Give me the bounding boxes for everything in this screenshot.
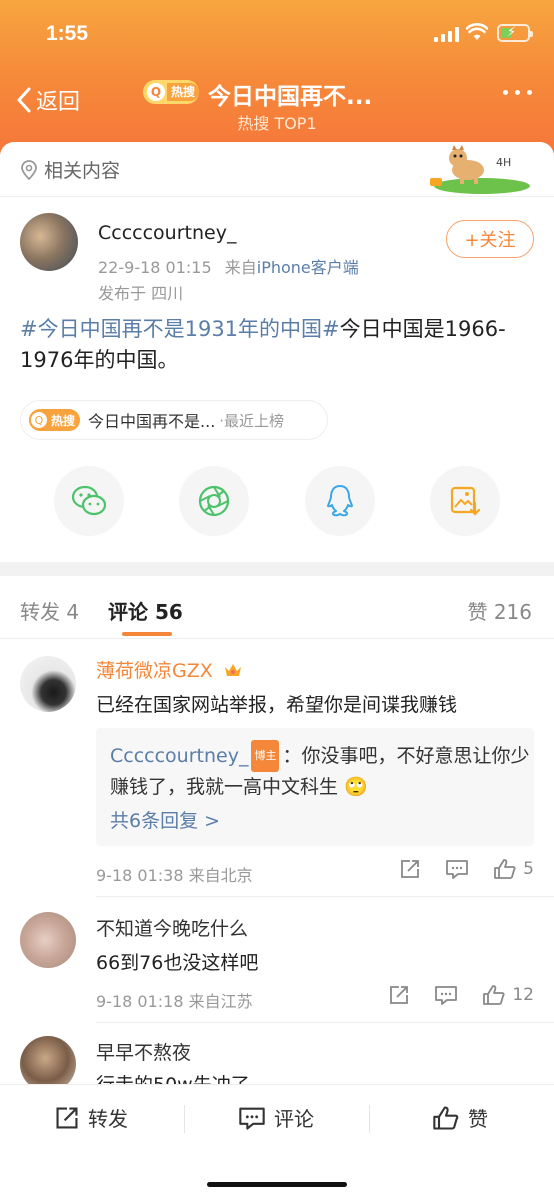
comment-actions: 5 (399, 858, 534, 880)
repost-label: 转发 (88, 1107, 128, 1131)
save-image-icon (450, 486, 481, 516)
author-avatar[interactable] (20, 213, 78, 271)
battery-icon: ⚡ (497, 24, 533, 42)
share-row (0, 466, 554, 536)
like-count: 5 (523, 859, 534, 879)
tab-reposts[interactable]: 转发 4 (20, 596, 79, 625)
repost-button[interactable]: 转发 (54, 1103, 128, 1132)
comment-icon[interactable] (445, 858, 469, 880)
author-name[interactable]: Cccccourtney_ (98, 222, 236, 244)
related-content-label: 相关内容 (44, 160, 121, 182)
qq-icon (327, 485, 353, 517)
follow-button[interactable]: +关注 (446, 220, 534, 258)
like-count: 12 (512, 985, 534, 1005)
status-bar: 1:55 ⚡ (0, 20, 554, 50)
comment-text: 66到76也没这样吧 (96, 952, 259, 974)
related-content-bar[interactable]: 相关内容 (20, 156, 120, 183)
share-qq-button[interactable] (305, 466, 375, 536)
hot-topic-status: ·最近上榜 (219, 411, 285, 430)
tab-comments[interactable]: 评论 56 (108, 596, 183, 625)
like-button[interactable]: 12 (482, 984, 534, 1006)
commenter-avatar[interactable] (20, 656, 76, 712)
reply-box[interactable]: Cccccourtney_ 博主 ：你没事吧，不好意思让你少赚钱了，我就一高中文科生… (96, 728, 534, 846)
tab-bar: 转发 4 评论 56 赞 216 (0, 576, 554, 638)
divider (96, 1022, 554, 1023)
share-wechat-button[interactable] (54, 466, 124, 536)
status-time: 1:55 (46, 22, 89, 45)
reply-content: Cccccourtney_ 博主 ：你没事吧，不好意思让你少赚钱了，我就一高中文科生… (110, 740, 530, 802)
save-image-button[interactable] (430, 466, 500, 536)
search-icon: Q (147, 83, 165, 101)
post-source-prefix: 来自 (224, 258, 257, 277)
hot-search-tag: Q 热搜 (29, 409, 81, 431)
section-gap (0, 562, 554, 576)
topic-hashtag-link[interactable]: #今日中国再不是1931年的中国# (20, 317, 340, 341)
nav-bar: 返回 Q 热搜 今日中国再不... 热搜 TOP1 (0, 76, 554, 136)
divider (0, 638, 554, 639)
like-label: 赞 (468, 1107, 488, 1131)
reply-author[interactable]: Cccccourtney_ (110, 745, 248, 767)
share-icon[interactable] (399, 858, 421, 880)
wechat-icon (71, 485, 107, 516)
post-meta: 22-9-18 01:15 来自iPhone客户端 (98, 254, 359, 278)
divider (96, 896, 554, 897)
vip-crown-icon (224, 664, 241, 676)
signal-icon (434, 26, 460, 42)
like-post-button[interactable]: 赞 (432, 1103, 488, 1132)
thumbs-up-icon (433, 1105, 459, 1130)
dog-illustration-icon: 4H (430, 145, 530, 194)
share-icon (56, 1106, 78, 1129)
comment-label: 评论 (274, 1107, 314, 1131)
wifi-icon (466, 23, 488, 40)
comment-button[interactable]: 评论 (238, 1103, 314, 1132)
page-subtitle: 热搜 TOP1 (237, 114, 317, 133)
view-replies-link[interactable]: 共6条回复 > (110, 806, 220, 833)
like-button[interactable]: 5 (493, 858, 534, 880)
hot-search-tag-label: 热搜 (51, 413, 76, 428)
page-title: 今日中国再不... (208, 84, 373, 110)
comment-meta: 9-18 01:18 来自江苏 (96, 992, 253, 1011)
hot-topic-title: 今日中国再不是... (88, 412, 216, 431)
commenter-name[interactable]: 不知道今晚吃什么 (96, 914, 248, 941)
comment-icon[interactable] (434, 984, 458, 1006)
divider (184, 1105, 185, 1133)
tab-likes[interactable]: 赞 216 (467, 596, 532, 625)
author-badge: 博主 (251, 740, 280, 772)
hot-search-badge-label: 热搜 (167, 83, 199, 101)
home-indicator[interactable] (207, 1182, 347, 1187)
divider (0, 196, 554, 197)
comment-icon (239, 1107, 265, 1130)
location-pin-icon (21, 159, 37, 180)
share-moments-button[interactable] (179, 466, 249, 536)
commenter-name[interactable]: 早早不熬夜 (96, 1038, 191, 1065)
comment-meta: 9-18 01:38 来自北京 (96, 866, 253, 885)
moments-icon (198, 485, 230, 517)
comment-actions: 12 (388, 984, 534, 1006)
hot-search-badge: Q 热搜 (143, 80, 199, 104)
commenter-avatar[interactable] (20, 912, 76, 968)
post-source[interactable]: iPhone客户端 (257, 258, 359, 277)
thumbs-up-icon (483, 985, 505, 1005)
commenter-name[interactable]: 薄荷微凉GZX (96, 656, 243, 683)
divider (369, 1105, 370, 1133)
active-tab-indicator (122, 632, 172, 636)
thumbs-up-icon (494, 859, 516, 879)
post-text: #今日中国再不是1931年的中国#今日中国是1966-1976年的中国。 (20, 314, 540, 376)
hot-search-topic-pill[interactable]: Q 热搜 今日中国再不是... ·最近上榜 (20, 400, 328, 440)
more-options-button[interactable] (503, 90, 532, 95)
post-location: 发布于 四川 (98, 284, 184, 303)
svg-text:4H: 4H (496, 156, 511, 169)
comment-text: 已经在国家网站举报，希望你是间谍我赚钱 (96, 694, 458, 716)
share-icon[interactable] (388, 984, 410, 1006)
post-time: 22-9-18 01:15 (98, 258, 212, 277)
search-icon: Q (29, 410, 49, 430)
commenter-name-text: 薄荷微凉GZX (96, 660, 213, 682)
